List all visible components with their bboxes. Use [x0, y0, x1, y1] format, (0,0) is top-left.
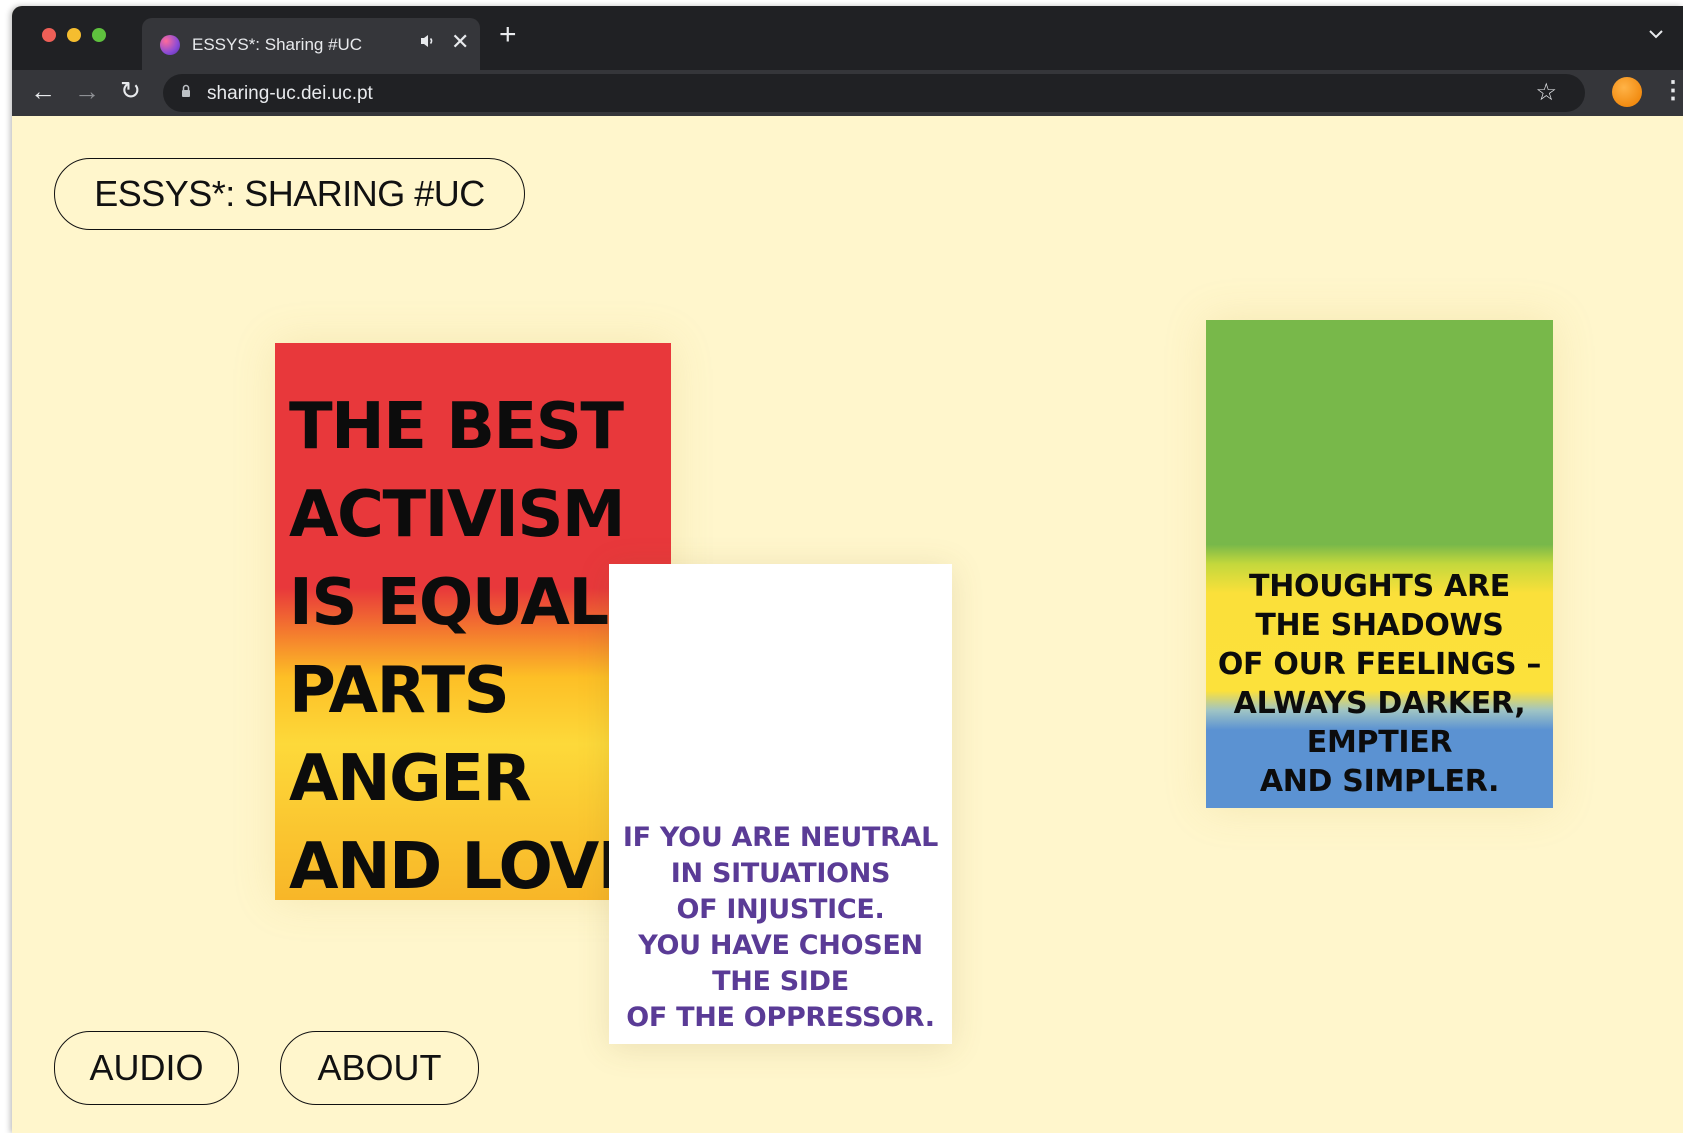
address-bar[interactable]: sharing-uc.dei.uc.pt ☆	[163, 74, 1585, 112]
bookmark-star-icon[interactable]: ☆	[1535, 78, 1557, 107]
minimize-window-button[interactable]	[67, 28, 81, 42]
poster-thoughts-text: THOUGHTS ARE THE SHADOWS OF OUR FEELINGS…	[1217, 569, 1542, 799]
tab-title: ESSYS*: Sharing #UC	[192, 35, 363, 54]
speaker-icon[interactable]	[419, 32, 437, 55]
back-arrow-icon[interactable]: ←	[30, 76, 56, 106]
reload-icon[interactable]: ↻	[120, 76, 141, 106]
lock-icon	[181, 84, 191, 101]
profile-avatar[interactable]	[1612, 77, 1642, 107]
browser-toolbar: ← → ↻ sharing-uc.dei.uc.pt ☆ ⋮	[12, 70, 1683, 116]
close-tab-icon[interactable]: ✕	[451, 30, 469, 54]
audio-button[interactable]: AUDIO	[54, 1031, 239, 1105]
browser-window: ESSYS*: Sharing #UC ✕ + ← → ↻ sharing-uc…	[12, 6, 1683, 1133]
new-tab-button[interactable]: +	[499, 20, 517, 50]
tab-strip: ESSYS*: Sharing #UC ✕ +	[12, 6, 1683, 70]
maximize-window-button[interactable]	[92, 28, 106, 42]
close-window-button[interactable]	[42, 28, 56, 42]
poster-thoughts[interactable]: THOUGHTS ARE THE SHADOWS OF OUR FEELINGS…	[1206, 320, 1553, 808]
tab-search-chevron-icon[interactable]	[1647, 24, 1665, 45]
forward-arrow-icon[interactable]: →	[74, 76, 100, 106]
browser-menu-icon[interactable]: ⋮	[1661, 76, 1683, 105]
poster-neutral[interactable]: IF YOU ARE NEUTRAL IN SITUATIONS OF INJU…	[609, 564, 952, 1044]
poster-neutral-text: IF YOU ARE NEUTRAL IN SITUATIONS OF INJU…	[622, 822, 939, 1033]
about-button[interactable]: ABOUT	[280, 1031, 479, 1105]
page-content: ESSYS*: SHARING #UC THE BEST ACTIVISM IS…	[12, 116, 1683, 1133]
tab-essys-sharing[interactable]: ESSYS*: Sharing #UC ✕	[142, 18, 480, 70]
url-text[interactable]: sharing-uc.dei.uc.pt	[207, 83, 373, 105]
favicon-icon	[160, 35, 180, 55]
site-title-button[interactable]: ESSYS*: SHARING #UC	[54, 158, 525, 230]
